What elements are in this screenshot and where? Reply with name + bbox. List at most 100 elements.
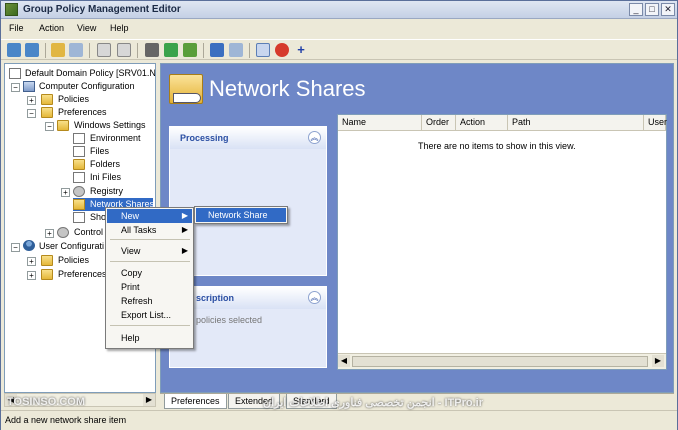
scroll-right-arrow-icon[interactable]: ▶ xyxy=(652,355,664,367)
menu-view[interactable]: View xyxy=(77,23,96,33)
processing-panel-header: Processing ︽ xyxy=(170,127,326,149)
print-icon[interactable] xyxy=(145,43,159,57)
close-button[interactable]: ✕ xyxy=(661,3,675,16)
context-menu-item-export-list[interactable]: Export List... xyxy=(107,308,192,322)
column-header-action[interactable]: Action xyxy=(456,115,508,131)
collapse-chevron-icon[interactable]: ︽ xyxy=(308,131,321,144)
tree-label: Folders xyxy=(90,159,121,169)
tree-label: Files xyxy=(90,146,110,156)
column-header-path[interactable]: Path xyxy=(508,115,644,131)
folder-icon xyxy=(57,120,69,131)
status-text: Add a new network share item xyxy=(5,415,127,425)
page-title: Network Shares xyxy=(209,76,366,101)
status-bar: Add a new network share item xyxy=(1,410,677,430)
tree-label: User Configurati xyxy=(39,241,105,251)
menu-bar: File Action View Help xyxy=(1,20,677,38)
menu-item-label: View xyxy=(121,246,141,256)
menu-help[interactable]: Help xyxy=(110,23,129,33)
column-header-order[interactable]: Order xyxy=(422,115,456,131)
shortcut-icon xyxy=(73,212,85,223)
toolbar-separator xyxy=(249,43,250,58)
processing-title: Processing xyxy=(180,133,229,143)
list-horizontal-scrollbar[interactable]: ◀ ▶ xyxy=(338,353,666,369)
network-share-icon xyxy=(73,199,85,210)
back-arrow-icon[interactable] xyxy=(7,43,21,57)
tree-label: Ini Files xyxy=(90,172,122,182)
help-icon[interactable] xyxy=(210,43,224,57)
expand-icon[interactable]: + xyxy=(45,229,54,238)
toolbar-separator xyxy=(89,43,90,58)
minimize-button[interactable]: _ xyxy=(629,3,643,16)
tree-label: Registry xyxy=(90,186,124,196)
tree-label: Computer Configuration xyxy=(39,81,135,91)
scroll-left-arrow-icon[interactable]: ◀ xyxy=(338,355,350,367)
scroll-right-arrow-icon[interactable]: ▶ xyxy=(143,394,155,406)
menu-separator xyxy=(110,325,190,326)
network-shares-folder-icon xyxy=(169,74,203,104)
export-list-icon[interactable] xyxy=(183,43,197,57)
maximize-button[interactable]: □ xyxy=(645,3,659,16)
context-menu-item-print[interactable]: Print xyxy=(107,280,192,294)
items-list[interactable]: Name Order Action Path User There are no… xyxy=(337,114,667,370)
menu-separator xyxy=(110,239,190,240)
up-folder-icon[interactable] xyxy=(51,43,65,57)
share-hand-icon xyxy=(173,93,201,103)
folder-icon xyxy=(41,94,53,105)
refresh-icon[interactable] xyxy=(164,43,178,57)
submenu-arrow-icon: ▶ xyxy=(181,211,188,220)
context-menu-item-new[interactable]: New ▶ xyxy=(107,209,192,223)
collapse-icon[interactable]: − xyxy=(11,243,20,252)
add-icon[interactable]: + xyxy=(294,43,308,57)
expand-icon[interactable]: + xyxy=(61,188,70,197)
tree-label: Policies xyxy=(58,255,90,265)
new-submenu: Network Share xyxy=(194,206,288,224)
tab-preferences[interactable]: Preferences xyxy=(164,394,227,409)
menu-item-label: New xyxy=(121,211,140,221)
copy-icon[interactable] xyxy=(97,43,111,57)
toolbar: + xyxy=(1,39,677,60)
scrollbar-thumb[interactable] xyxy=(352,356,648,367)
column-header-user[interactable]: User xyxy=(644,115,667,131)
expand-icon[interactable]: + xyxy=(27,257,36,266)
collapse-icon[interactable]: − xyxy=(11,83,20,92)
gpme-window: Group Policy Management Editor _ □ ✕ Fil… xyxy=(0,0,678,430)
menu-action[interactable]: Action xyxy=(39,23,64,33)
properties-icon[interactable] xyxy=(229,43,243,57)
menu-file[interactable]: File xyxy=(9,23,24,33)
show-hide-tree-icon[interactable] xyxy=(69,43,83,57)
context-menu-item-view[interactable]: View ▶ xyxy=(107,244,192,258)
empty-list-message: There are no items to show in this view. xyxy=(418,141,576,151)
folder-icon xyxy=(41,269,53,280)
control-panel-icon xyxy=(57,227,69,238)
description-body: policies selected xyxy=(196,315,263,325)
tree-label: Preferences xyxy=(58,269,107,279)
toolbar-separator xyxy=(45,43,46,58)
context-menu-item-refresh[interactable]: Refresh xyxy=(107,294,192,308)
user-icon xyxy=(23,240,35,251)
context-menu: New ▶ All Tasks ▶ View ▶ Copy Print Refr… xyxy=(105,207,194,349)
collapse-chevron-icon[interactable]: ︽ xyxy=(308,291,321,304)
context-menu-item-all-tasks[interactable]: All Tasks ▶ xyxy=(107,223,192,237)
paste-icon[interactable] xyxy=(117,43,131,57)
environment-icon xyxy=(73,133,85,144)
context-menu-item-help[interactable]: Help xyxy=(107,331,192,345)
forward-arrow-icon[interactable] xyxy=(25,43,39,57)
collapse-icon[interactable]: − xyxy=(45,122,54,131)
context-menu-item-copy[interactable]: Copy xyxy=(107,266,192,280)
submenu-arrow-icon: ▶ xyxy=(181,246,188,255)
toolbar-separator xyxy=(137,43,138,58)
folder-icon xyxy=(73,159,85,170)
tree-label: Sho xyxy=(90,212,107,222)
details-icon[interactable] xyxy=(256,43,270,57)
expand-icon[interactable]: + xyxy=(27,271,36,280)
tree-item-root[interactable]: Default Domain Policy [SRV01.N xyxy=(9,67,156,80)
column-header-name[interactable]: Name xyxy=(338,115,422,131)
stop-icon[interactable] xyxy=(275,43,289,57)
watermark-left: TOSINSO.COM xyxy=(7,396,86,408)
submenu-item-network-share[interactable]: Network Share xyxy=(196,208,286,222)
expand-icon[interactable]: + xyxy=(27,96,36,105)
menu-separator xyxy=(110,261,190,262)
collapse-icon[interactable]: − xyxy=(27,109,36,118)
title-bar: Group Policy Management Editor _ □ ✕ xyxy=(1,1,677,19)
tree-label: Default Domain Policy [SRV01.N xyxy=(25,68,156,78)
